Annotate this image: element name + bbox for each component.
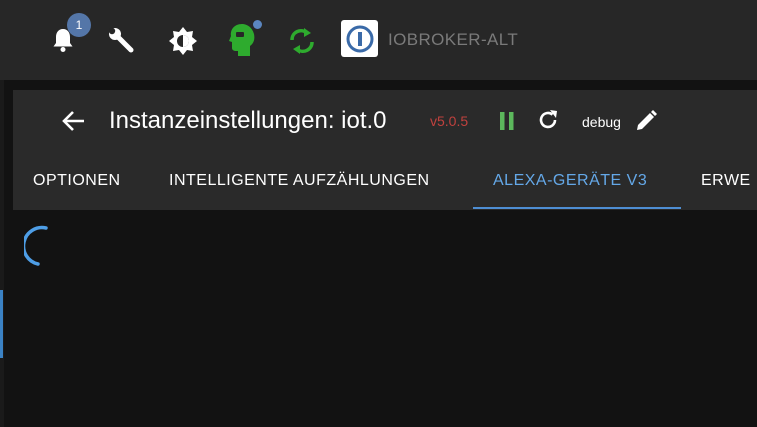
pause-icon bbox=[500, 112, 514, 130]
tab-options[interactable]: OPTIONEN bbox=[33, 172, 121, 190]
active-tab-indicator bbox=[473, 207, 681, 209]
theme-toggle-button[interactable] bbox=[168, 26, 198, 56]
expert-mode-indicator-dot bbox=[253, 20, 262, 29]
spinner-icon bbox=[24, 225, 48, 266]
tab-smart-enums[interactable]: INTELLIGENTE AUFZÄHLUNGEN bbox=[169, 172, 430, 190]
restart-instance-button[interactable] bbox=[536, 108, 560, 132]
log-level-label: debug bbox=[582, 114, 621, 130]
back-button[interactable] bbox=[61, 108, 87, 134]
edit-log-level-button[interactable] bbox=[634, 109, 658, 133]
wrench-icon bbox=[108, 27, 134, 53]
update-sync-icon bbox=[290, 28, 314, 54]
sidebar-scroll-indicator[interactable] bbox=[0, 290, 3, 358]
settings-button[interactable] bbox=[107, 26, 137, 56]
version-label: v5.0.5 bbox=[430, 113, 469, 129]
brand-name: IOBROKER-ALT bbox=[388, 30, 519, 49]
refresh-icon bbox=[539, 110, 557, 129]
brightness-icon bbox=[169, 27, 197, 55]
pencil-icon bbox=[637, 110, 657, 130]
tab-alexa-devices-v3[interactable]: ALEXA-GERÄTE V3 bbox=[493, 172, 647, 190]
pause-instance-button[interactable] bbox=[496, 110, 518, 132]
update-sync-button[interactable] bbox=[287, 26, 317, 56]
iobroker-logo[interactable] bbox=[341, 20, 378, 57]
tab-extended[interactable]: ERWE bbox=[701, 172, 751, 190]
iobroker-logo-icon bbox=[346, 25, 373, 52]
arrow-back-icon bbox=[62, 111, 84, 131]
expert-mode-icon bbox=[229, 24, 255, 56]
notifications-badge: 1 bbox=[67, 13, 91, 37]
loading-spinner bbox=[24, 224, 68, 268]
expert-mode-button[interactable] bbox=[228, 22, 256, 58]
page-title: Instanzeinstellungen: iot.0 bbox=[109, 107, 387, 134]
left-sidebar-edge bbox=[0, 80, 4, 427]
